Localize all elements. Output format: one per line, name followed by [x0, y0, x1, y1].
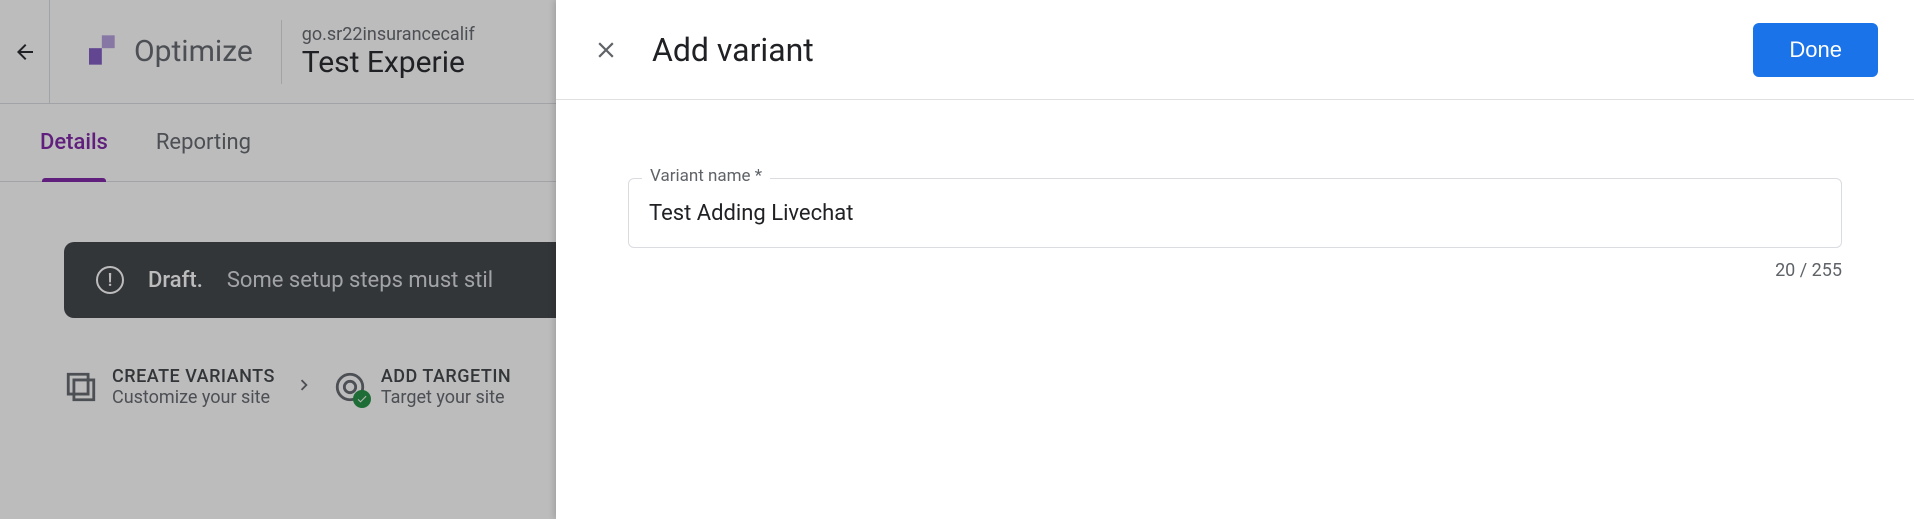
close-icon [593, 37, 619, 63]
modal-header: Add variant Done [556, 0, 1914, 100]
variant-name-field-wrap: Variant name * [628, 178, 1842, 248]
modal-body: Variant name * 20 / 255 [556, 100, 1914, 281]
char-counter: 20 / 255 [628, 260, 1842, 281]
variant-name-label: Variant name * [642, 166, 770, 186]
variant-name-input[interactable] [628, 178, 1842, 248]
done-button[interactable]: Done [1753, 23, 1878, 77]
add-variant-panel: Add variant Done Variant name * 20 / 255 [556, 0, 1914, 519]
modal-title: Add variant [652, 31, 1753, 69]
modal-scrim[interactable] [0, 0, 556, 519]
close-button[interactable] [584, 28, 628, 72]
